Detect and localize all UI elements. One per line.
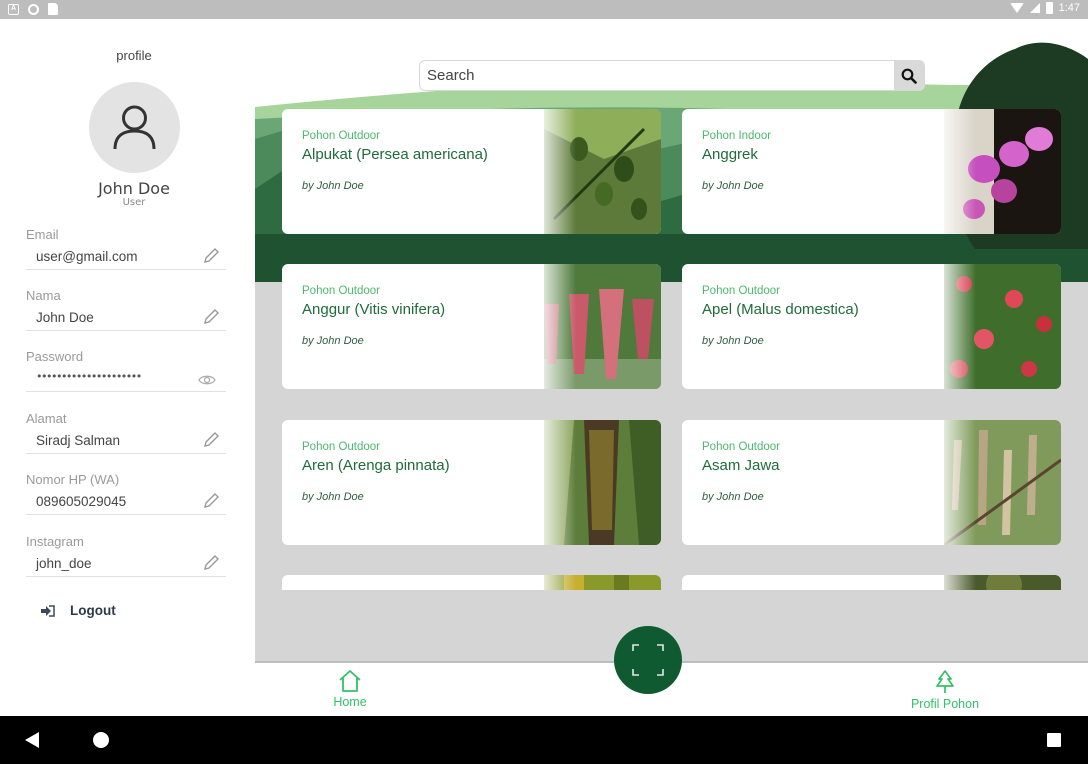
card-category: Pohon Outdoor	[302, 130, 381, 142]
logout-label: Logout	[70, 603, 116, 618]
search-input[interactable]: Search	[427, 67, 475, 84]
card-author: by John Doe	[302, 335, 364, 347]
tree-icon	[936, 670, 954, 693]
recent-apps-icon[interactable]	[1047, 733, 1061, 747]
main-content: Search Pohon Outdoor Alpukat (Persea ame…	[255, 19, 1088, 716]
nav-tree-profile[interactable]: Profil Pohon	[895, 669, 995, 711]
email-input[interactable]: user@gmail.com	[26, 245, 226, 270]
search-icon	[901, 68, 917, 84]
field-value: john_doe	[36, 556, 92, 571]
instagram-field: Instagram john_doe	[26, 534, 226, 590]
a-icon: A	[8, 3, 19, 15]
battery-icon	[1045, 2, 1053, 14]
card-title: Apel (Malus domestica)	[702, 301, 859, 318]
system-home-icon[interactable]	[93, 732, 109, 748]
profile-sidebar: profile John Doe User Email user@gmail.c…	[0, 19, 255, 716]
name-input[interactable]: John Doe	[26, 306, 226, 331]
sidebar-title: profile	[116, 48, 152, 63]
plant-card[interactable]	[282, 575, 661, 590]
password-field: Password •••••••••••••••••••••	[26, 349, 226, 405]
avatar[interactable]	[89, 82, 180, 173]
field-label: Email	[26, 227, 59, 242]
field-label: Instagram	[26, 534, 84, 549]
circle-icon	[28, 3, 39, 15]
card-title: Aren (Arenga pinnata)	[302, 457, 450, 474]
field-value: user@gmail.com	[36, 249, 138, 264]
field-value: 089605029045	[36, 494, 127, 509]
card-category: Pohon Outdoor	[302, 441, 381, 453]
scan-button[interactable]	[614, 626, 682, 694]
address-field: Alamat Siradj Salman	[26, 411, 226, 467]
card-author: by John Doe	[702, 180, 764, 192]
phone-field: Nomor HP (WA) 089605029045	[26, 472, 226, 528]
search-bar[interactable]: Search	[419, 60, 925, 91]
system-navigation-bar	[0, 716, 1088, 764]
card-category: Pohon Outdoor	[302, 285, 381, 297]
email-field: Email user@gmail.com	[26, 227, 226, 283]
field-value: Siradj Salman	[36, 433, 121, 448]
edit-icon[interactable]	[202, 247, 220, 265]
plant-card[interactable]: Pohon Outdoor Anggur (Vitis vinifera) by…	[282, 264, 661, 389]
card-category: Pohon Outdoor	[702, 285, 781, 297]
sd-card-icon	[48, 3, 58, 15]
card-title: Anggur (Vitis vinifera)	[302, 301, 446, 318]
field-label: Password	[26, 349, 84, 364]
search-button[interactable]	[894, 61, 924, 90]
plant-card[interactable]: Pohon Outdoor Asam Jawa by John Doe	[682, 420, 1061, 545]
card-author: by John Doe	[702, 491, 764, 503]
field-label: Alamat	[26, 411, 67, 426]
password-input[interactable]: •••••••••••••••••••••	[26, 367, 226, 392]
eye-icon[interactable]	[198, 374, 216, 386]
card-category: Pohon Indoor	[702, 130, 772, 142]
edit-icon[interactable]	[202, 308, 220, 326]
plant-card[interactable]: Pohon Outdoor Aren (Arenga pinnata) by J…	[282, 420, 661, 545]
status-time: 1:47	[1058, 2, 1080, 14]
address-input[interactable]: Siradj Salman	[26, 429, 226, 454]
plant-card[interactable]: Pohon Outdoor Apel (Malus domestica) by …	[682, 264, 1061, 389]
card-title: Alpukat (Persea americana)	[302, 146, 488, 163]
back-icon[interactable]	[25, 732, 39, 748]
wifi-icon	[1009, 3, 1024, 13]
status-bar: A 1:47	[0, 0, 1088, 19]
field-label: Nomor HP (WA)	[26, 472, 120, 487]
user-role: User	[122, 197, 146, 208]
scan-icon	[632, 644, 664, 676]
plant-card-grid: Pohon Outdoor Alpukat (Persea americana)…	[282, 109, 1062, 590]
user-name: John Doe	[98, 179, 170, 198]
card-category: Pohon Outdoor	[702, 441, 781, 453]
card-author: by John Doe	[302, 180, 364, 192]
nav-tree-label: Profil Pohon	[910, 697, 980, 711]
nav-home[interactable]: Home	[315, 669, 385, 709]
plant-card[interactable]: Pohon Outdoor Alpukat (Persea americana)…	[282, 109, 661, 234]
plant-card[interactable]: Pohon Indoor Anggrek by John Doe	[682, 109, 1061, 234]
home-icon	[339, 670, 361, 692]
name-field: Nama John Doe	[26, 288, 226, 344]
card-title: Asam Jawa	[702, 457, 780, 474]
edit-icon[interactable]	[202, 554, 220, 572]
plant-card[interactable]	[682, 575, 1061, 590]
logout-button[interactable]: Logout	[40, 603, 116, 618]
user-icon	[113, 105, 156, 150]
instagram-input[interactable]: john_doe	[26, 552, 226, 577]
nav-home-label: Home	[333, 695, 367, 709]
card-author: by John Doe	[302, 491, 364, 503]
logout-icon	[41, 604, 55, 617]
edit-icon[interactable]	[202, 492, 220, 510]
card-title: Anggrek	[702, 146, 758, 163]
field-value: John Doe	[36, 310, 94, 325]
field-value: •••••••••••••••••••••	[36, 370, 142, 383]
signal-icon	[1029, 3, 1040, 13]
phone-input[interactable]: 089605029045	[26, 490, 226, 515]
card-author: by John Doe	[702, 335, 764, 347]
field-label: Nama	[26, 288, 61, 303]
edit-icon[interactable]	[202, 431, 220, 449]
